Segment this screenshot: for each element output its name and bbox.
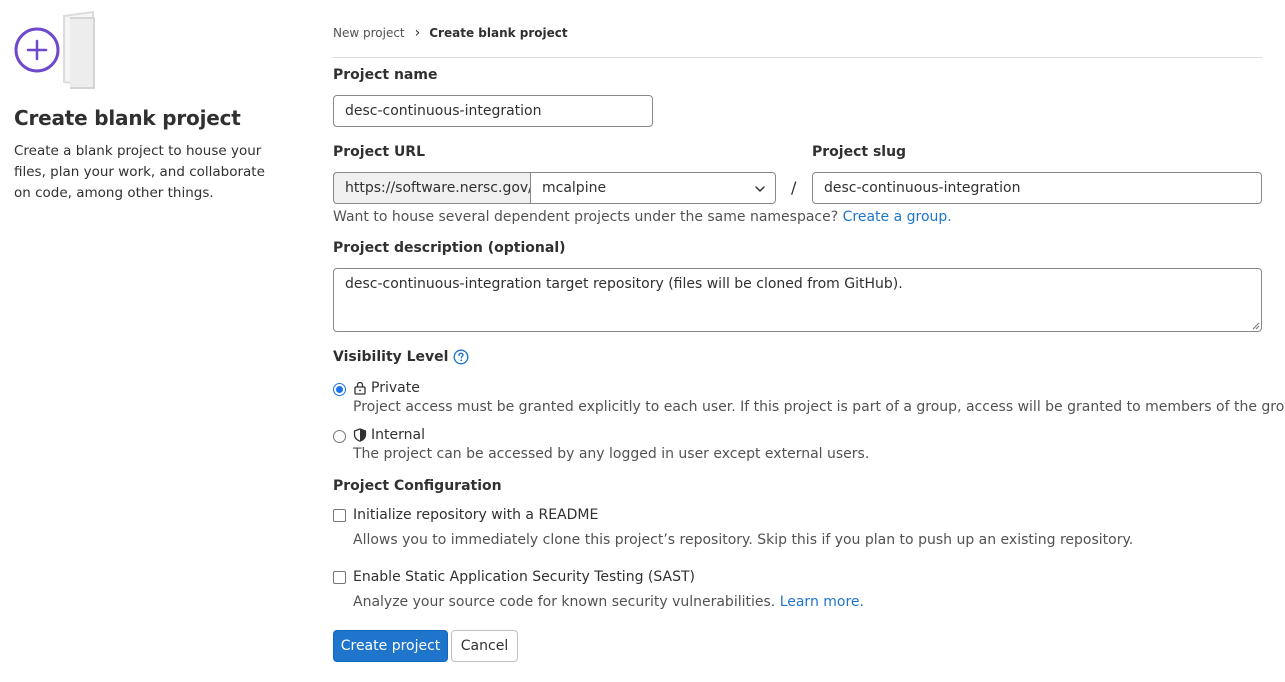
internal-description: The project can be accessed by any logge… xyxy=(353,446,870,462)
project-slug-label: Project slug xyxy=(812,144,907,160)
sidebar-description: Create a blank project to house your fil… xyxy=(14,143,265,201)
internal-label: Internal xyxy=(371,427,425,443)
sast-help-text: Analyze your source code for known secur… xyxy=(353,594,776,610)
group-help-text: Want to house several dependent projects… xyxy=(333,209,952,225)
visibility-option-internal[interactable]: Internal The project can be accessed by … xyxy=(333,425,869,463)
namespace-value: mcalpine xyxy=(542,180,607,196)
project-name-label: Project name xyxy=(333,67,438,83)
chevron-down-icon xyxy=(755,186,765,192)
breadcrumb-current: Create blank project xyxy=(429,26,568,40)
slug-separator: / xyxy=(791,178,797,197)
lock-icon xyxy=(354,381,366,395)
breadcrumb-new-project[interactable]: New project xyxy=(333,26,405,40)
create-project-button[interactable]: Create project xyxy=(333,630,448,662)
readme-label[interactable]: Initialize repository with a README xyxy=(353,507,598,523)
project-description-textarea[interactable]: desc-continuous-integration target repos… xyxy=(333,268,1262,332)
private-label: Private xyxy=(371,380,420,396)
create-group-link[interactable]: Create a group. xyxy=(843,209,952,225)
readme-option[interactable]: Initialize repository with a README xyxy=(333,507,598,523)
question-icon[interactable] xyxy=(453,349,469,365)
sast-option[interactable]: Enable Static Application Security Testi… xyxy=(333,569,695,585)
project-description-label: Project description (optional) xyxy=(333,240,566,256)
readme-checkbox[interactable] xyxy=(333,508,346,522)
project-description-value: desc-continuous-integration target repos… xyxy=(345,276,903,292)
private-radio[interactable] xyxy=(333,383,346,396)
visibility-heading: Visibility Level xyxy=(333,349,469,365)
breadcrumb: New project › Create blank project xyxy=(333,26,568,40)
resize-grip-icon[interactable] xyxy=(1252,322,1260,330)
visibility-label: Visibility Level xyxy=(333,349,449,365)
blank-project-illustration xyxy=(14,10,96,90)
sast-label[interactable]: Enable Static Application Security Testi… xyxy=(353,569,695,585)
project-url-prefix: https://software.nersc.gov/ xyxy=(333,172,533,204)
visibility-option-private[interactable]: Private Project access must be granted e… xyxy=(333,378,1285,416)
sast-help: Analyze your source code for known secur… xyxy=(353,594,864,610)
private-description: Project access must be granted explicitl… xyxy=(353,399,1285,415)
namespace-select[interactable]: mcalpine xyxy=(530,172,776,204)
cancel-button[interactable]: Cancel xyxy=(451,630,518,662)
readme-help: Allows you to immediately clone this pro… xyxy=(353,532,1134,548)
project-configuration-label: Project Configuration xyxy=(333,478,502,494)
sast-checkbox[interactable] xyxy=(333,570,346,584)
project-name-input[interactable]: desc-continuous-integration xyxy=(333,95,653,127)
internal-radio[interactable] xyxy=(333,430,346,443)
learn-more-link[interactable]: Learn more. xyxy=(780,594,864,610)
group-help-message: Want to house several dependent projects… xyxy=(333,209,839,225)
chevron-right-icon: › xyxy=(414,25,421,41)
shield-icon xyxy=(353,428,367,442)
project-slug-input[interactable]: desc-continuous-integration xyxy=(812,172,1262,204)
project-url-label: Project URL xyxy=(333,144,426,160)
sidebar-title: Create blank project xyxy=(14,106,241,130)
breadcrumb-divider xyxy=(333,57,1262,58)
